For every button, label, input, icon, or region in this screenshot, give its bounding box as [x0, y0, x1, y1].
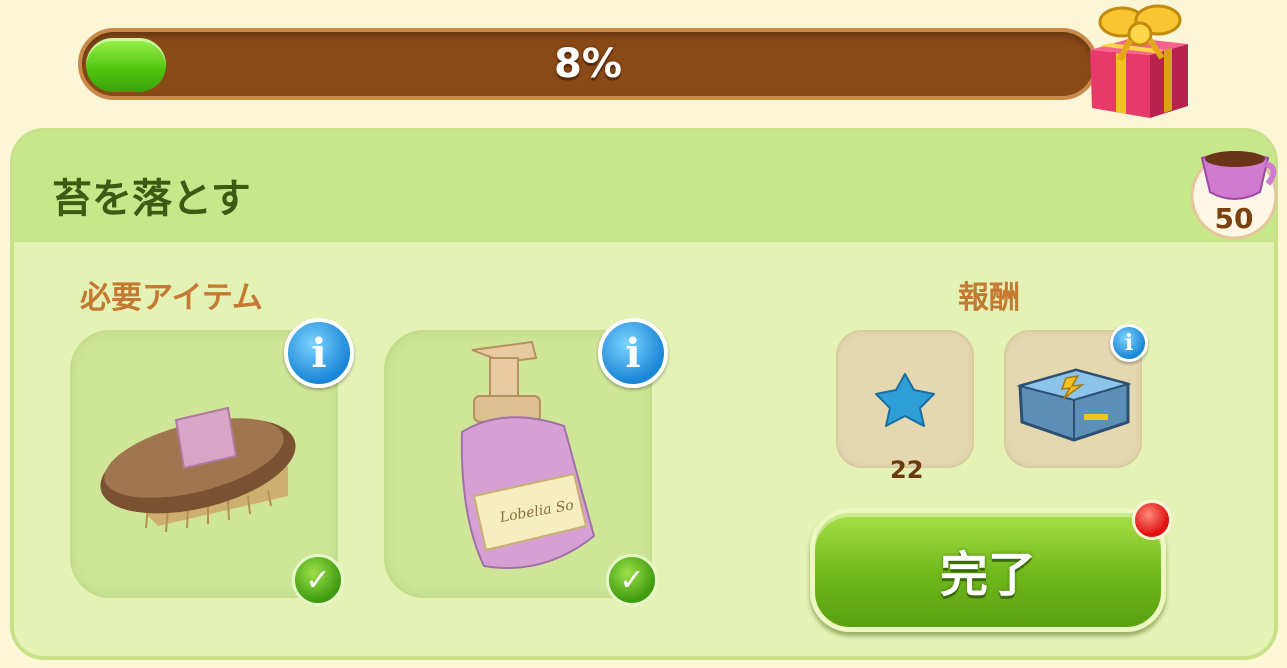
reward-chest[interactable]: i: [1004, 324, 1148, 468]
info-icon[interactable]: i: [284, 318, 354, 388]
gift-box-icon[interactable]: [1080, 0, 1195, 122]
blue-star-icon: [875, 373, 935, 427]
soap-bottle-icon: Lobelia So: [460, 340, 596, 569]
checkmark-icon: ✓: [292, 554, 344, 606]
progress-bar: 8%: [78, 28, 1098, 100]
rewards-label: 報酬: [958, 280, 1020, 316]
energy-chest-icon: [1016, 368, 1132, 442]
required-item-brush[interactable]: i ✓: [70, 318, 354, 606]
progress-label: 8%: [554, 41, 622, 87]
checkmark-icon: ✓: [606, 554, 658, 606]
cost-badge: 50: [1188, 140, 1280, 240]
scrub-brush-icon: [100, 406, 296, 533]
complete-button[interactable]: 完了: [810, 508, 1166, 632]
required-items-label: 必要アイテム: [80, 280, 263, 316]
reward-star-count: 22: [890, 456, 924, 484]
task-title: 苔を落とす: [52, 176, 251, 222]
cost-count: 50: [1214, 202, 1254, 235]
task-header: 苔を落とす: [14, 132, 1274, 242]
info-icon[interactable]: i: [1110, 324, 1148, 362]
reward-star[interactable]: [836, 330, 974, 468]
required-item-soap[interactable]: Lobelia So i ✓: [384, 318, 668, 606]
info-icon[interactable]: i: [598, 318, 668, 388]
notification-dot: [1132, 500, 1172, 540]
